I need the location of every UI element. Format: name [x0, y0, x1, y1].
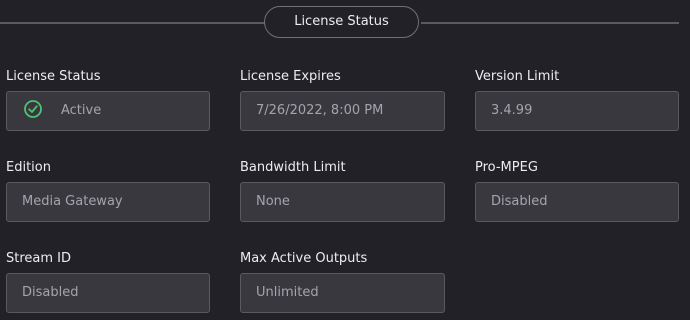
- max-active-outputs-field: Unlimited: [240, 273, 445, 313]
- pro-mpeg-label: Pro-MPEG: [475, 160, 538, 175]
- edition-label: Edition: [6, 160, 51, 175]
- section-divider-right: [421, 22, 679, 24]
- bandwidth-limit-value: None: [256, 194, 290, 209]
- pro-mpeg-field: Disabled: [475, 182, 679, 222]
- section-divider-left: [0, 22, 265, 24]
- license-status-panel: License Status License Status Active Lic…: [0, 0, 690, 320]
- license-status-field: Active: [6, 91, 210, 131]
- bandwidth-limit-field: None: [240, 182, 445, 222]
- license-expires-value: 7/26/2022, 8:00 PM: [256, 103, 384, 118]
- stream-id-label: Stream ID: [6, 251, 72, 266]
- bandwidth-limit-label: Bandwidth Limit: [240, 160, 346, 175]
- stream-id-value: Disabled: [22, 285, 79, 300]
- section-title: License Status: [264, 6, 419, 38]
- edition-value: Media Gateway: [22, 194, 123, 209]
- stream-id-field: Disabled: [6, 273, 210, 313]
- max-active-outputs-label: Max Active Outputs: [240, 251, 368, 266]
- max-active-outputs-value: Unlimited: [256, 285, 319, 300]
- license-status-value: Active: [61, 103, 102, 118]
- license-status-label: License Status: [6, 69, 101, 84]
- license-expires-field: 7/26/2022, 8:00 PM: [240, 91, 445, 131]
- version-limit-label: Version Limit: [475, 69, 560, 84]
- pro-mpeg-value: Disabled: [491, 194, 548, 209]
- edition-field: Media Gateway: [6, 182, 210, 222]
- check-circle-icon: [24, 100, 42, 118]
- version-limit-value: 3.4.99: [491, 103, 533, 118]
- license-expires-label: License Expires: [240, 69, 341, 84]
- version-limit-field: 3.4.99: [475, 91, 679, 131]
